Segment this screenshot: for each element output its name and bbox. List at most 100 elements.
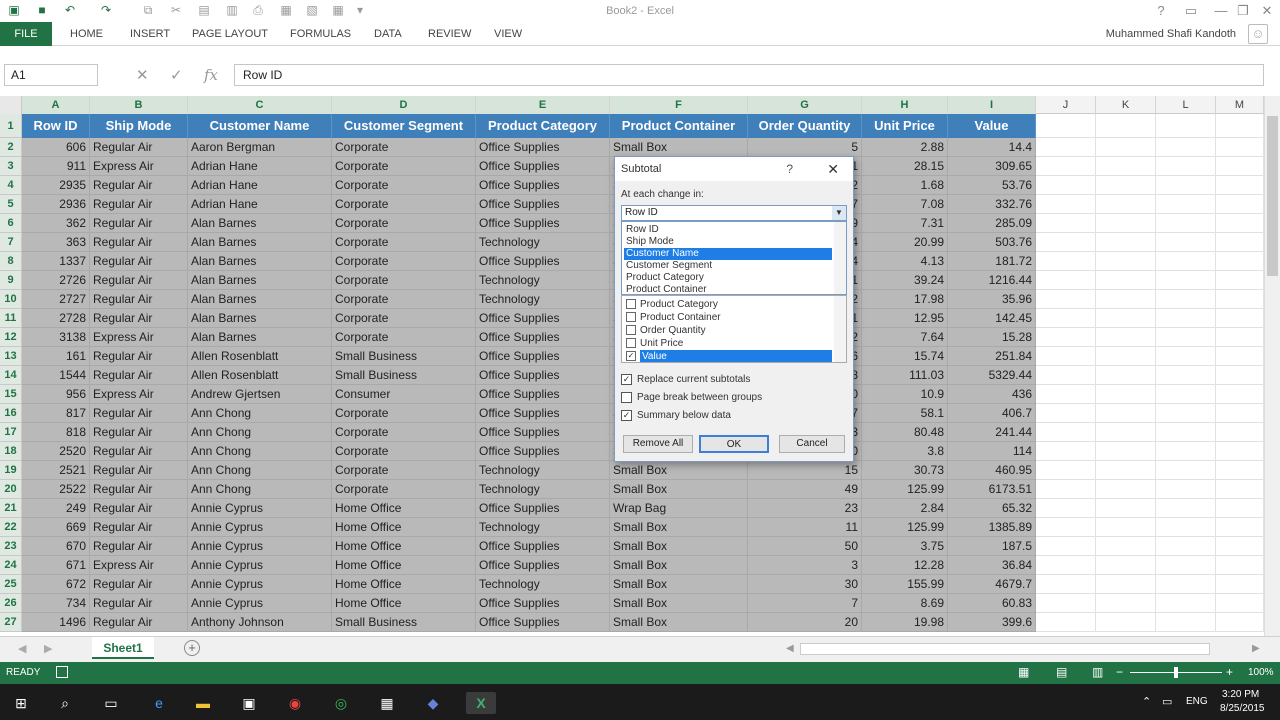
row-header-25[interactable]: 25 [0, 575, 22, 594]
table-cell[interactable]: Alan Barnes [188, 328, 332, 347]
table-cell[interactable]: 7.64 [862, 328, 948, 347]
column-header-a[interactable]: A [22, 96, 90, 114]
cancel-formula-icon[interactable]: ✕ [136, 66, 149, 84]
table-cell[interactable]: Regular Air [90, 518, 188, 537]
table-cell[interactable]: Regular Air [90, 214, 188, 233]
header-cell[interactable]: Product Category [476, 114, 610, 138]
table-cell[interactable]: 5 [748, 138, 862, 157]
table-cell[interactable]: 125.99 [862, 480, 948, 499]
page-break-view-icon[interactable]: ▥ [1092, 665, 1103, 679]
row-header-4[interactable]: 4 [0, 176, 22, 195]
tab-data[interactable]: DATA [374, 22, 402, 46]
table-cell[interactable]: 7.31 [862, 214, 948, 233]
row-header-16[interactable]: 16 [0, 404, 22, 423]
empty-cell[interactable] [1156, 176, 1216, 195]
empty-cell[interactable] [1096, 347, 1156, 366]
table-cell[interactable]: 14.4 [948, 138, 1036, 157]
header-cell[interactable]: Row ID [22, 114, 90, 138]
table-cell[interactable]: 2727 [22, 290, 90, 309]
table-cell[interactable]: Corporate [332, 442, 476, 461]
table-cell[interactable]: 818 [22, 423, 90, 442]
table-cell[interactable]: Ann Chong [188, 423, 332, 442]
zoom-level[interactable]: 100% [1248, 667, 1274, 678]
table-cell[interactable]: 35.96 [948, 290, 1036, 309]
table-cell[interactable]: Regular Air [90, 195, 188, 214]
empty-cell[interactable] [1036, 114, 1096, 138]
empty-cell[interactable] [1036, 309, 1096, 328]
empty-cell[interactable] [1216, 366, 1264, 385]
table-cell[interactable]: Regular Air [90, 404, 188, 423]
table-cell[interactable]: Small Box [610, 537, 748, 556]
table-cell[interactable]: Regular Air [90, 347, 188, 366]
task-view-icon[interactable]: ▭ [100, 692, 122, 714]
table-cell[interactable]: 187.5 [948, 537, 1036, 556]
empty-cell[interactable] [1156, 575, 1216, 594]
add-subtotal-item[interactable]: Product Category [624, 298, 830, 311]
row-header-21[interactable]: 21 [0, 499, 22, 518]
table-cell[interactable]: 7.08 [862, 195, 948, 214]
empty-cell[interactable] [1216, 461, 1264, 480]
empty-cell[interactable] [1216, 423, 1264, 442]
table-cell[interactable]: Corporate [332, 290, 476, 309]
table-cell[interactable]: 911 [22, 157, 90, 176]
table-cell[interactable]: Annie Cyprus [188, 537, 332, 556]
empty-cell[interactable] [1036, 252, 1096, 271]
tab-review[interactable]: REVIEW [428, 22, 471, 46]
add-subtotal-scrollbar[interactable] [834, 296, 846, 362]
add-subtotal-item[interactable]: Order Quantity [624, 324, 830, 337]
empty-cell[interactable] [1156, 114, 1216, 138]
table-cell[interactable]: Express Air [90, 556, 188, 575]
row-header-8[interactable]: 8 [0, 252, 22, 271]
table-cell[interactable]: 436 [948, 385, 1036, 404]
empty-cell[interactable] [1096, 442, 1156, 461]
table-cell[interactable]: 3.75 [862, 537, 948, 556]
empty-cell[interactable] [1036, 366, 1096, 385]
empty-cell[interactable] [1096, 214, 1156, 233]
row-header-22[interactable]: 22 [0, 518, 22, 537]
dropdown-option[interactable]: Customer Name [624, 248, 832, 260]
table-cell[interactable]: 309.65 [948, 157, 1036, 176]
empty-cell[interactable] [1216, 114, 1264, 138]
table-cell[interactable]: Corporate [332, 480, 476, 499]
table-cell[interactable]: Office Supplies [476, 195, 610, 214]
tab-formulas[interactable]: FORMULAS [290, 22, 351, 46]
empty-cell[interactable] [1036, 328, 1096, 347]
empty-cell[interactable] [1096, 423, 1156, 442]
empty-cell[interactable] [1096, 404, 1156, 423]
dropdown-option[interactable]: Ship Mode [624, 236, 832, 248]
table-cell[interactable]: 7 [748, 594, 862, 613]
table-cell[interactable]: Small Box [610, 575, 748, 594]
table-cell[interactable]: Adrian Hane [188, 157, 332, 176]
table-cell[interactable]: 399.6 [948, 613, 1036, 632]
table-cell[interactable]: Corporate [332, 404, 476, 423]
table-cell[interactable]: Corporate [332, 309, 476, 328]
empty-cell[interactable] [1216, 442, 1264, 461]
table-cell[interactable]: 181.72 [948, 252, 1036, 271]
scroll-left-icon[interactable]: ◀ [786, 643, 794, 654]
table-cell[interactable]: 111.03 [862, 366, 948, 385]
table-cell[interactable]: 53.76 [948, 176, 1036, 195]
empty-cell[interactable] [1096, 290, 1156, 309]
table-cell[interactable]: Alan Barnes [188, 233, 332, 252]
empty-cell[interactable] [1216, 195, 1264, 214]
table-cell[interactable]: 80.48 [862, 423, 948, 442]
table-cell[interactable]: Annie Cyprus [188, 556, 332, 575]
empty-cell[interactable] [1156, 328, 1216, 347]
table-cell[interactable]: 241.44 [948, 423, 1036, 442]
empty-cell[interactable] [1036, 499, 1096, 518]
table-cell[interactable]: Regular Air [90, 252, 188, 271]
dropdown-option[interactable]: Product Category [624, 272, 832, 284]
table-cell[interactable]: Home Office [332, 537, 476, 556]
table-cell[interactable]: Wrap Bag [610, 499, 748, 518]
app-purple-icon[interactable]: ◆ [422, 692, 444, 714]
table-cell[interactable]: Office Supplies [476, 442, 610, 461]
scroll-thumb[interactable] [1267, 116, 1278, 276]
insert-function-icon[interactable]: fx [204, 66, 218, 84]
column-header-k[interactable]: K [1096, 96, 1156, 114]
empty-cell[interactable] [1096, 309, 1156, 328]
empty-cell[interactable] [1036, 423, 1096, 442]
dropdown-option[interactable]: Customer Segment [624, 260, 832, 272]
add-subtotal-item[interactable]: Product Container [624, 311, 830, 324]
add-sheet-button[interactable]: + [184, 640, 200, 656]
table-cell[interactable]: Small Box [610, 594, 748, 613]
